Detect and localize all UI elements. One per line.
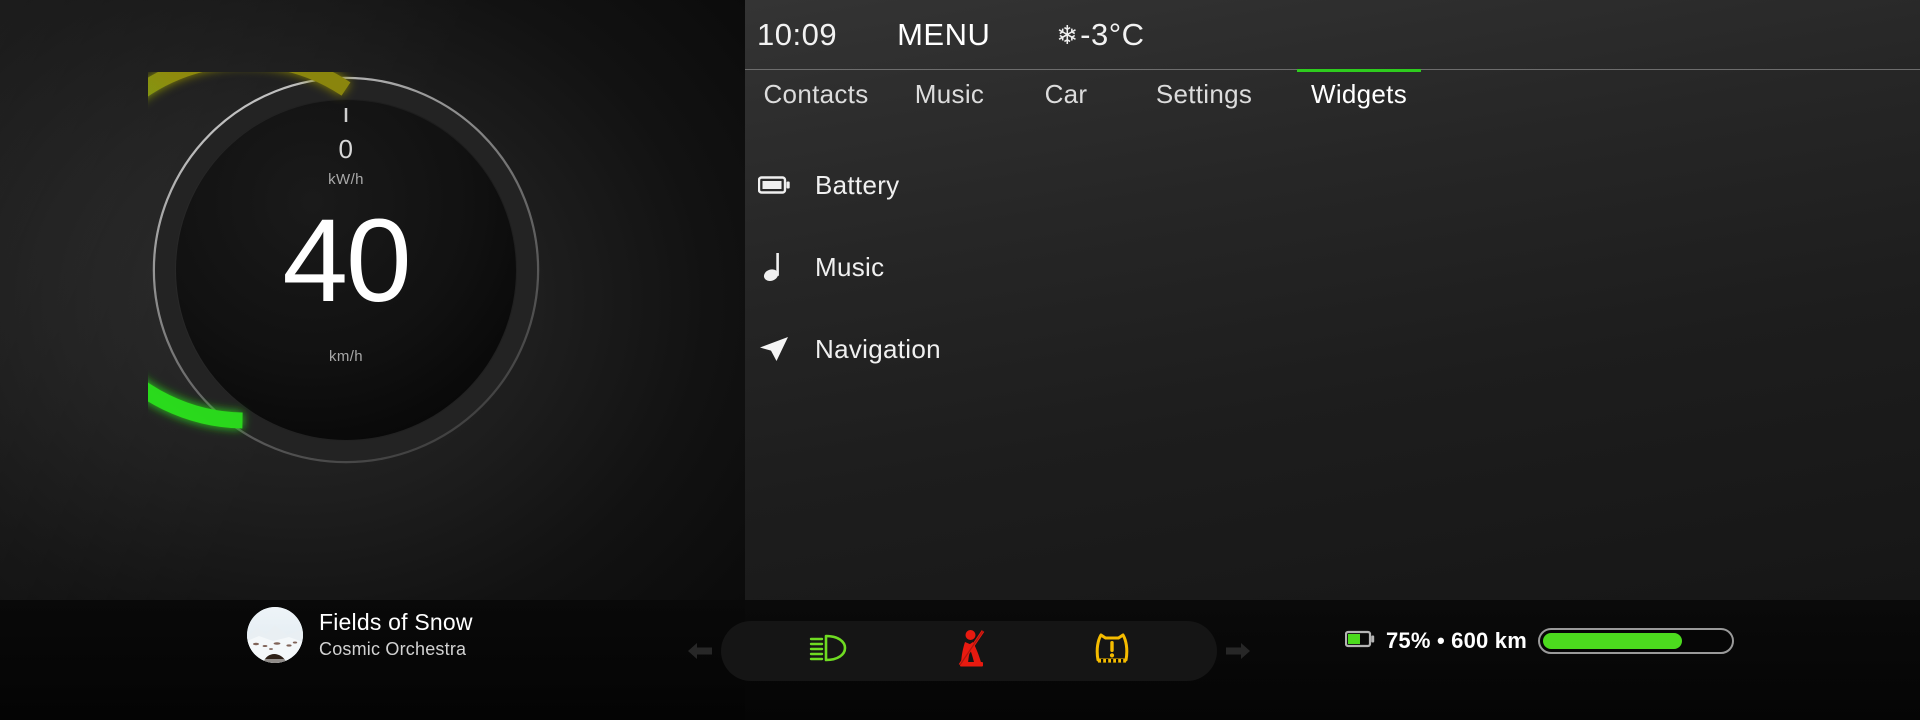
low-beam-headlight-icon[interactable] [809, 633, 849, 668]
infotainment-header: 10:09 MENU ❄ -3°C [745, 0, 1920, 69]
tab-music-label: Music [914, 79, 985, 109]
tab-music[interactable]: Music [893, 70, 1006, 110]
weather-readout: ❄ -3°C [1056, 17, 1144, 53]
widget-item-battery-label: Battery [815, 169, 900, 200]
speedometer-gauge: 0 kW/h 40 km/h [148, 72, 544, 468]
tab-widgets-label: Widgets [1310, 79, 1408, 109]
gauge-svg [148, 72, 540, 464]
battery-progress-fill [1542, 633, 1683, 649]
tire-pressure-warning-icon[interactable] [1095, 631, 1129, 670]
tab-widgets[interactable]: Widgets [1297, 69, 1421, 110]
battery-status-text: 75% • 600 km [1386, 628, 1527, 653]
battery-status-widget: 75% • 600 km [1344, 628, 1734, 654]
tab-contacts[interactable]: Contacts [757, 70, 875, 110]
now-playing-widget[interactable]: Fields of Snow Cosmic Orchestra [247, 607, 473, 663]
car-hmi-screen: 0 kW/h 40 km/h 10:09 MENU ❄ -3°C Contact… [0, 0, 1920, 720]
tab-car[interactable]: Car [1020, 70, 1112, 110]
widget-item-navigation-label: Navigation [815, 333, 941, 364]
snowflake-icon: ❄ [1056, 19, 1079, 50]
navigation-arrow-icon [757, 336, 791, 362]
telltale-strip [679, 617, 1259, 684]
track-info: Fields of Snow Cosmic Orchestra [319, 609, 473, 660]
seatbelt-warning-icon[interactable] [956, 629, 988, 672]
tab-bar: Contacts Music Car Settings Widgets [745, 69, 1920, 120]
menu-button[interactable]: MENU [897, 17, 990, 53]
tab-car-label: Car [1044, 79, 1088, 109]
widget-list: Battery Music Navigation [745, 144, 1920, 390]
gauge-face [176, 100, 516, 440]
widget-item-navigation[interactable]: Navigation [757, 308, 1920, 390]
tab-contacts-label: Contacts [763, 79, 869, 109]
album-art [247, 607, 303, 663]
battery-icon [757, 176, 791, 194]
widget-item-battery[interactable]: Battery [757, 144, 1920, 226]
tab-settings-label: Settings [1155, 79, 1253, 109]
telltale-panel [721, 620, 1217, 681]
infotainment-panel: 10:09 MENU ❄ -3°C Contacts Music Car Set… [745, 0, 1920, 600]
telltale-next-button[interactable] [1217, 640, 1259, 662]
track-artist: Cosmic Orchestra [319, 638, 467, 659]
battery-icon [1344, 630, 1375, 653]
battery-progress-bar [1537, 628, 1734, 654]
tab-settings[interactable]: Settings [1137, 70, 1271, 110]
track-title: Fields of Snow [319, 609, 473, 636]
clock: 10:09 [757, 16, 838, 52]
widget-item-music[interactable]: Music [757, 226, 1920, 308]
temperature-value: -3°C [1080, 16, 1145, 52]
telltale-prev-button[interactable] [679, 640, 721, 662]
widget-item-music-label: Music [815, 251, 885, 282]
tab-active-underline [1297, 69, 1421, 72]
music-note-icon [757, 252, 791, 282]
